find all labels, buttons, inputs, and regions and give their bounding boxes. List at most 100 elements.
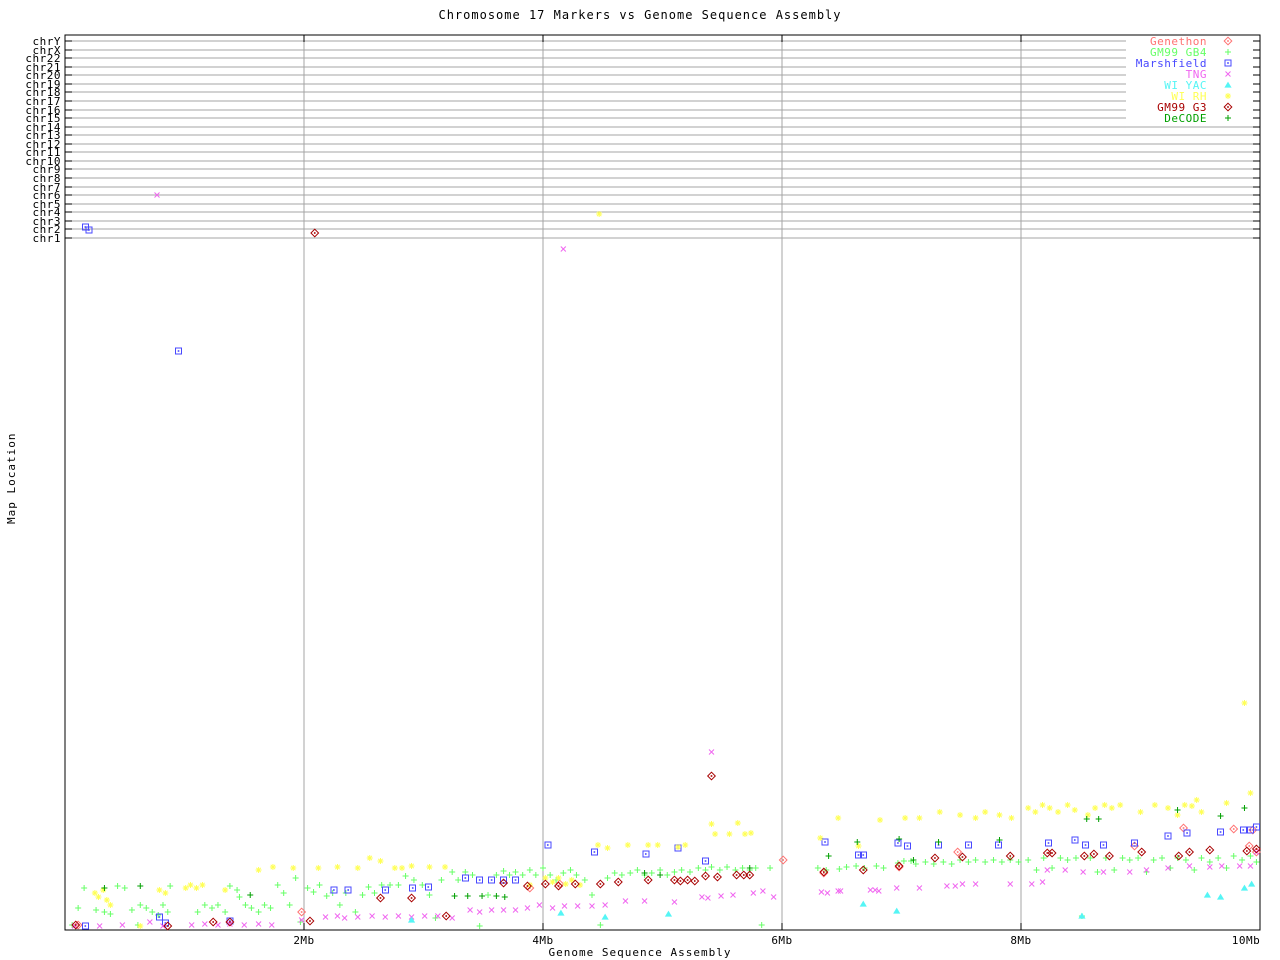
data-point	[119, 922, 126, 928]
data-point	[1191, 867, 1198, 873]
data-point	[1046, 805, 1053, 811]
data-point	[1117, 802, 1124, 808]
data-point-dot	[84, 925, 87, 927]
data-point	[560, 870, 567, 876]
data-point	[634, 867, 641, 873]
data-point	[1032, 809, 1039, 815]
data-point	[948, 861, 955, 867]
data-point	[705, 895, 711, 901]
data-point	[354, 865, 361, 871]
data-point	[322, 914, 329, 920]
data-point	[1198, 809, 1205, 815]
data-point	[843, 864, 850, 870]
data-point-dot	[1255, 826, 1258, 828]
data-point	[770, 894, 777, 900]
data-point	[159, 902, 166, 908]
data-point	[114, 883, 121, 889]
data-point	[479, 893, 486, 899]
data-point	[972, 881, 979, 887]
data-point	[699, 894, 705, 900]
data-point	[726, 831, 733, 837]
data-point	[1095, 816, 1102, 822]
data-point	[601, 913, 609, 920]
legend-swatch-marshfield-dot	[1227, 62, 1229, 64]
data-point-dot	[823, 871, 825, 873]
data-point-dot	[967, 844, 970, 846]
data-point	[222, 909, 229, 915]
data-point	[1236, 863, 1243, 869]
data-point	[336, 902, 343, 908]
data-point	[194, 909, 201, 915]
data-point	[402, 873, 409, 879]
data-point	[469, 872, 476, 878]
data-point	[208, 905, 215, 911]
data-point	[767, 865, 774, 871]
data-point	[267, 905, 274, 911]
data-point	[354, 914, 361, 920]
data-point	[248, 905, 255, 911]
data-point	[488, 907, 495, 913]
data-point	[241, 922, 248, 928]
data-point	[1119, 855, 1126, 861]
data-point-dot	[897, 842, 899, 844]
data-point	[341, 915, 348, 921]
data-point	[836, 866, 843, 872]
data-point	[1247, 863, 1254, 869]
legend-swatch-gm99-g3-dot	[1227, 106, 1229, 108]
data-point-dot	[647, 879, 649, 881]
data-point-dot	[1177, 855, 1180, 857]
data-point	[611, 870, 618, 876]
data-point-dot	[862, 854, 865, 856]
data-point	[671, 869, 678, 875]
data-point-dot	[1182, 827, 1185, 829]
legend-label-decode: DeCODE	[1164, 112, 1207, 125]
data-point	[1135, 855, 1142, 861]
data-point-dot	[599, 883, 602, 885]
data-point-dot	[490, 879, 493, 881]
data-point-dot	[411, 887, 414, 889]
data-point	[712, 831, 719, 837]
data-point	[880, 865, 887, 871]
data-point	[555, 875, 562, 881]
data-point	[972, 857, 979, 863]
data-point	[624, 842, 631, 848]
data-point	[1182, 857, 1189, 863]
data-point	[596, 211, 603, 217]
data-point-dot	[464, 877, 467, 879]
data-point	[182, 885, 189, 891]
data-point	[442, 864, 449, 870]
data-point	[982, 859, 989, 865]
data-point-dot	[379, 897, 382, 899]
data-point	[916, 885, 923, 891]
data-point	[1253, 849, 1260, 855]
data-point	[1159, 855, 1166, 861]
data-point	[519, 872, 526, 878]
data-point	[1239, 857, 1246, 863]
data-point	[310, 889, 317, 895]
data-point	[451, 893, 458, 899]
data-point	[1206, 864, 1213, 870]
data-point	[1101, 802, 1108, 808]
data-point	[1064, 857, 1071, 863]
data-point	[1055, 809, 1062, 815]
data-point	[395, 913, 402, 919]
data-point	[686, 869, 693, 875]
data-point-dot	[1102, 844, 1105, 846]
data-point	[900, 858, 907, 864]
data-point	[574, 903, 581, 909]
data-point-dot	[427, 886, 430, 888]
data-point	[876, 817, 883, 823]
data-point	[304, 885, 311, 891]
scatter-plot: chrYchrXchr22chr21chr20chr19chr18chr17ch…	[25, 34, 1261, 947]
data-point	[187, 882, 194, 888]
data-point	[641, 898, 648, 904]
data-point	[214, 902, 221, 908]
data-point	[255, 909, 262, 915]
data-point	[657, 872, 664, 878]
data-point-dot	[997, 844, 1000, 846]
data-point	[1108, 805, 1115, 811]
data-point	[1230, 853, 1237, 859]
data-point	[567, 867, 574, 873]
data-point	[1071, 807, 1078, 813]
data-point	[1092, 805, 1099, 811]
